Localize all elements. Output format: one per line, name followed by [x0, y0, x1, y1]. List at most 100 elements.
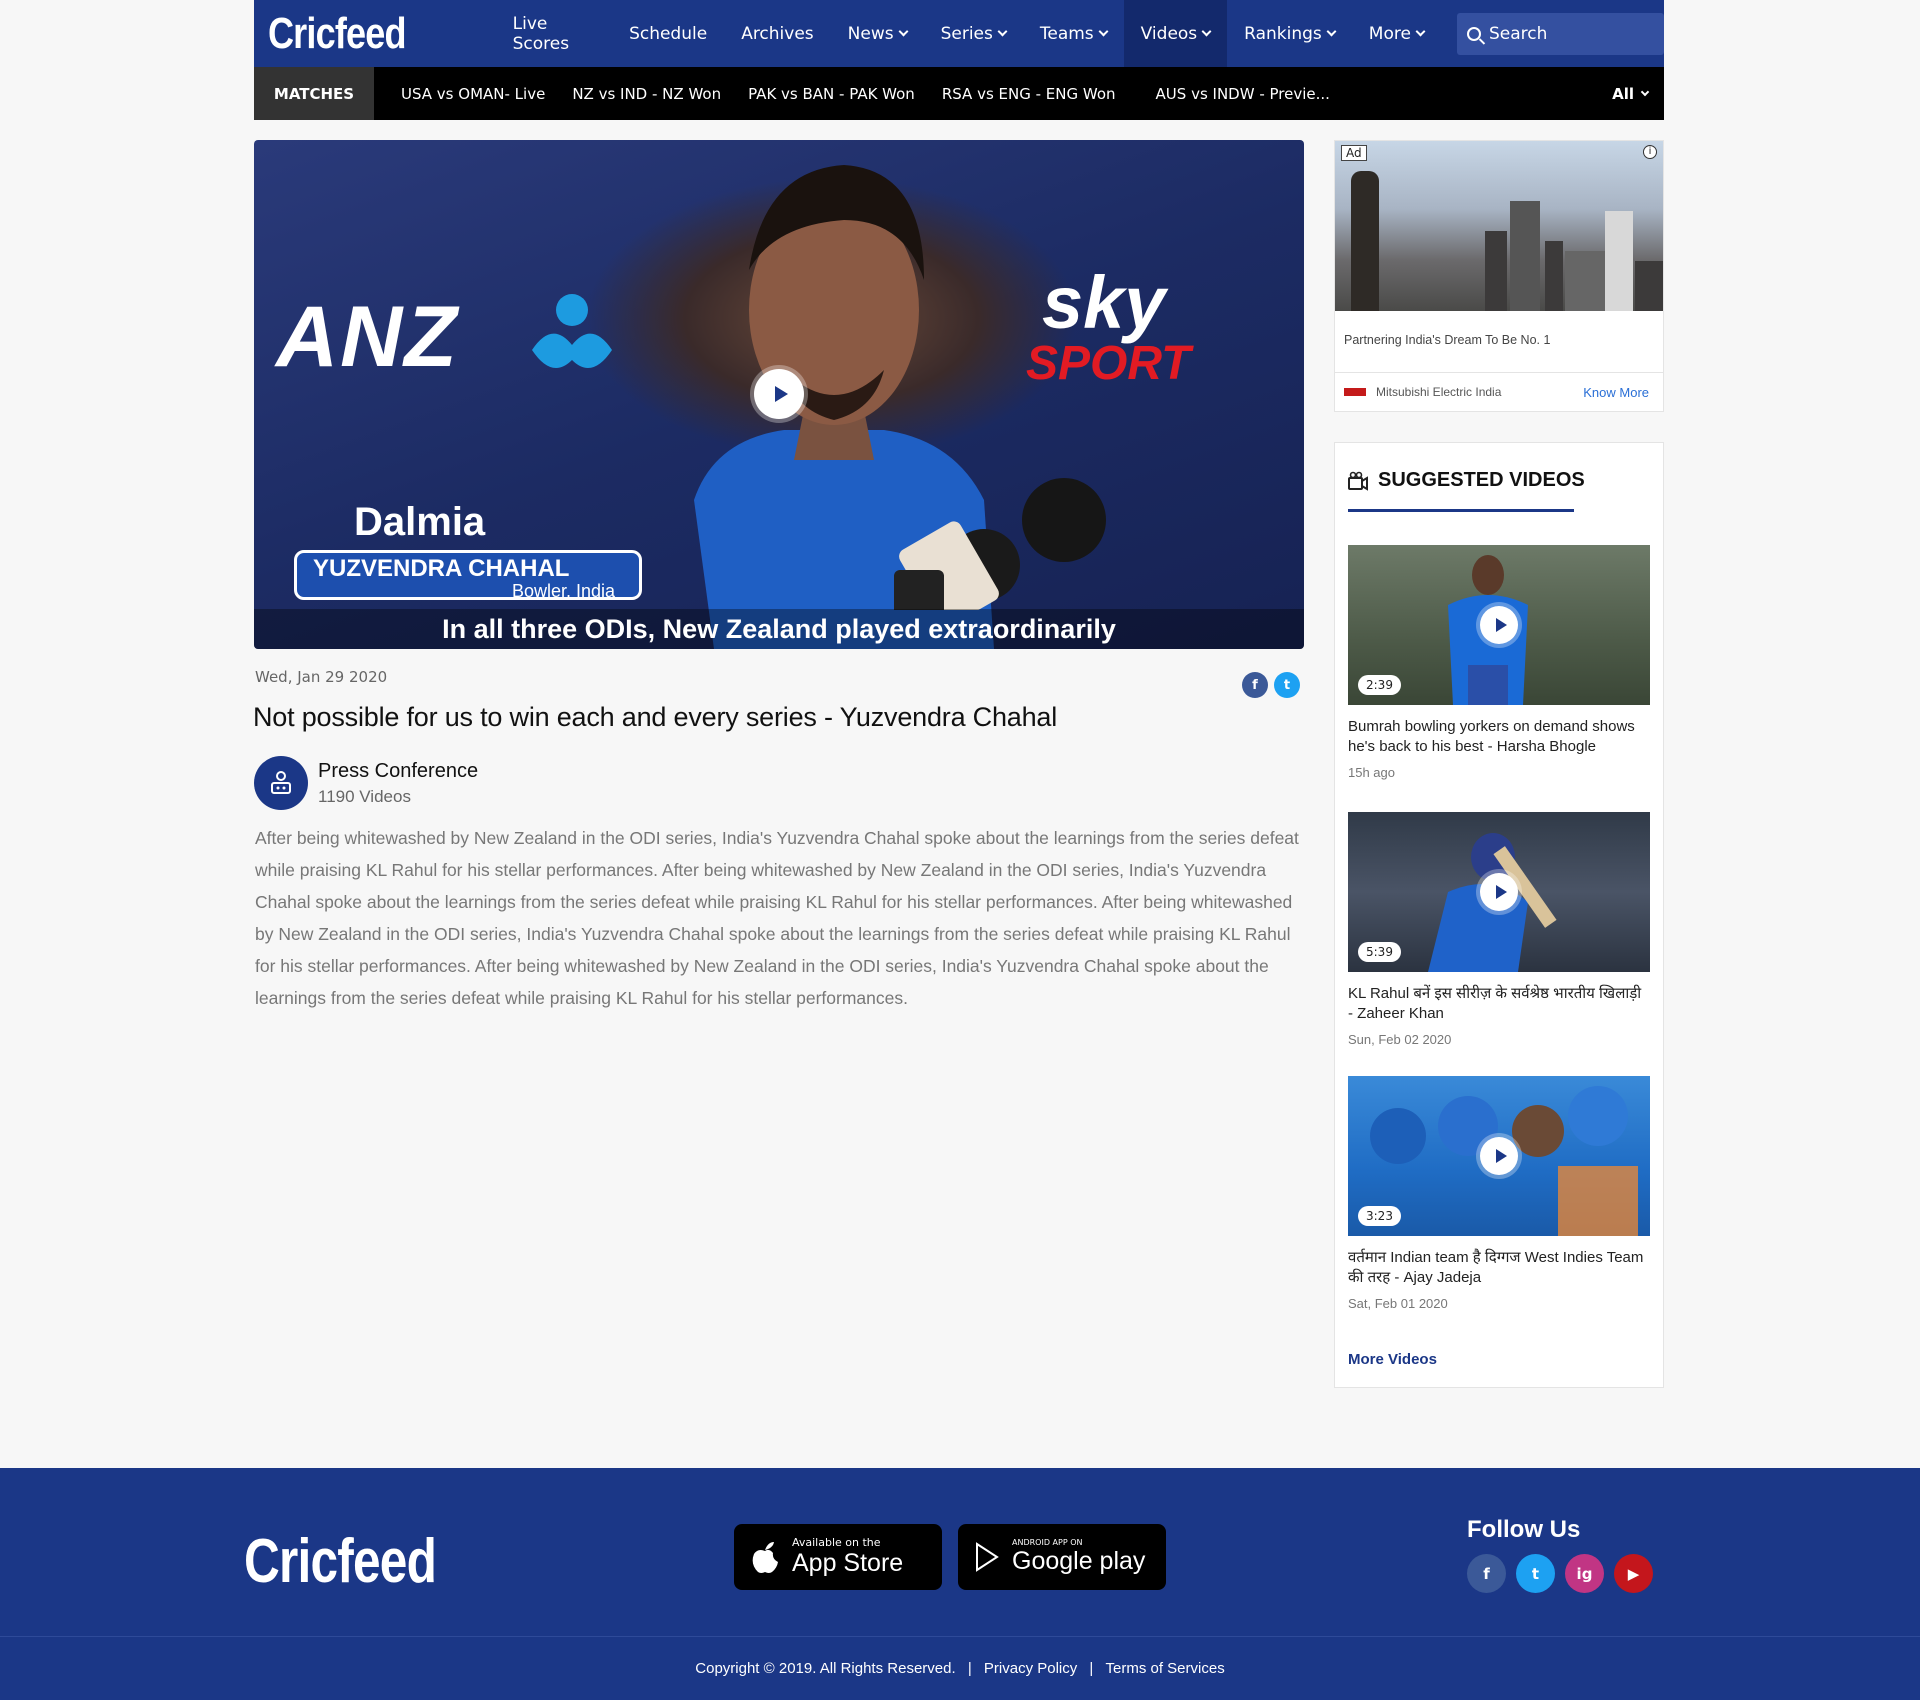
video-overlay-sponsor: sky — [1042, 261, 1166, 344]
nav-more[interactable]: More — [1352, 0, 1441, 67]
ad-tag: Ad — [1341, 145, 1367, 161]
google-play-caption: ANDROID APP ON — [1012, 1538, 1083, 1547]
video-duration: 2:39 — [1358, 675, 1401, 695]
separator: | — [1089, 1660, 1094, 1677]
filter-label: All — [1612, 84, 1634, 103]
ad-headline: Partnering India's Dream To Be No. 1 — [1335, 311, 1663, 373]
video-overlay-sponsor: SPORT — [1026, 337, 1191, 390]
ad-cta-link[interactable]: Know More — [1583, 385, 1649, 400]
nav-schedule[interactable]: Schedule — [612, 0, 724, 67]
nav-label: More — [1368, 23, 1411, 44]
suggested-video-card[interactable]: 5:39 KL Rahul बनें इस सीरीज़ के सर्वश्रे… — [1348, 812, 1650, 1047]
share-buttons: f t — [1242, 672, 1300, 698]
app-store-caption: Available on the — [792, 1536, 881, 1549]
suggested-video-card[interactable]: 3:23 वर्तमान Indian team है दिग्गज West … — [1348, 1076, 1650, 1311]
video-thumbnail[interactable]: 5:39 — [1348, 812, 1650, 972]
video-thumbnail[interactable]: 2:39 — [1348, 545, 1650, 705]
video-card-meta: Sun, Feb 02 2020 — [1348, 1032, 1452, 1047]
youtube-icon[interactable]: ▶ — [1614, 1554, 1653, 1593]
press-conference-icon — [271, 771, 291, 794]
chevron-down-icon — [898, 26, 909, 37]
advertiser-name: Mitsubishi Electric India — [1376, 385, 1502, 399]
channel-name[interactable]: Press Conference — [318, 760, 478, 783]
search-input[interactable] — [1488, 23, 1649, 44]
anz-logo-icon — [532, 294, 612, 368]
google-play-button[interactable]: ANDROID APP ON Google play — [958, 1524, 1166, 1590]
info-icon[interactable]: i — [1643, 145, 1657, 159]
top-navbar: Cricfeed Live Scores Schedule Archives N… — [254, 0, 1664, 67]
more-videos-link[interactable]: More Videos — [1348, 1351, 1437, 1368]
play-button[interactable] — [1480, 606, 1518, 644]
video-card-meta: Sat, Feb 01 2020 — [1348, 1296, 1448, 1311]
twitter-share-icon[interactable]: t — [1274, 672, 1300, 698]
suggested-heading-label: SUGGESTED VIDEOS — [1378, 469, 1585, 491]
site-logo[interactable]: Cricfeed — [254, 9, 452, 59]
ad-image: Ad i — [1335, 141, 1663, 311]
footer-divider — [0, 1636, 1920, 1637]
facebook-icon[interactable]: f — [1467, 1554, 1506, 1593]
chevron-down-icon — [1098, 26, 1109, 37]
video-card-title[interactable]: वर्तमान Indian team है दिग्गज West Indie… — [1348, 1248, 1650, 1288]
follow-us-heading: Follow Us — [1467, 1516, 1581, 1543]
nav-live-scores[interactable]: Live Scores — [496, 0, 612, 67]
nav-label: Rankings — [1244, 23, 1322, 44]
play-button[interactable] — [1480, 873, 1518, 911]
main-nav: Live Scores Schedule Archives News Serie… — [496, 0, 1441, 67]
ad-banner[interactable]: Ad i Partnering India's Dream To Be No. … — [1334, 140, 1664, 412]
channel-info[interactable]: Press Conference 1190 Videos — [254, 756, 478, 810]
nav-label: Series — [940, 23, 993, 44]
channel-avatar — [254, 756, 308, 810]
play-button[interactable] — [1480, 1137, 1518, 1175]
app-store-button[interactable]: Available on the App Store — [734, 1524, 942, 1590]
chevron-down-icon — [997, 26, 1008, 37]
match-item[interactable]: AUS vs INDW - Previe... — [1156, 85, 1330, 103]
matches-ticker: MATCHES USA vs OMAN- Live NZ vs IND - NZ… — [254, 67, 1664, 120]
nav-news[interactable]: News — [831, 0, 924, 67]
privacy-policy-link[interactable]: Privacy Policy — [984, 1660, 1077, 1677]
search-box — [1456, 12, 1664, 55]
nav-label: Archives — [741, 23, 814, 44]
copyright-text: Copyright © 2019. All Rights Reserved. — [695, 1660, 956, 1677]
apple-icon — [752, 1542, 778, 1573]
nav-archives[interactable]: Archives — [724, 0, 830, 67]
nav-videos[interactable]: Videos — [1123, 0, 1228, 67]
nav-series[interactable]: Series — [924, 0, 1023, 67]
nav-label: News — [847, 23, 894, 44]
chevron-down-icon — [1415, 26, 1426, 37]
video-overlay-sponsor: Dalmia — [354, 500, 486, 544]
video-card-title[interactable]: KL Rahul बनें इस सीरीज़ के सर्वश्रेष्ठ भ… — [1348, 984, 1650, 1024]
video-thumbnail[interactable]: 3:23 — [1348, 1076, 1650, 1236]
video-card-title[interactable]: Bumrah bowling yorkers on demand shows h… — [1348, 717, 1650, 757]
video-duration: 3:23 — [1358, 1206, 1401, 1226]
video-player[interactable]: ANZ sky SPORT Dalmia YUZVENDRA CHAHAL Bo… — [254, 140, 1304, 649]
heading-underline — [1348, 509, 1574, 512]
match-item[interactable]: PAK vs BAN - PAK Won — [748, 85, 915, 103]
google-play-label: Google play — [1012, 1547, 1146, 1575]
facebook-share-icon[interactable]: f — [1242, 672, 1268, 698]
nav-teams[interactable]: Teams — [1023, 0, 1124, 67]
match-item[interactable]: RSA vs ENG - ENG Won — [942, 85, 1116, 103]
separator: | — [967, 1660, 972, 1677]
footer-logo[interactable]: Cricfeed — [244, 1526, 437, 1597]
play-button[interactable] — [754, 369, 804, 419]
video-card-meta: 15h ago — [1348, 765, 1395, 780]
nav-label: Schedule — [629, 23, 708, 44]
channel-video-count: 1190 Videos — [318, 786, 411, 806]
suggested-heading: SUGGESTED VIDEOS — [1348, 469, 1585, 492]
nav-rankings[interactable]: Rankings — [1227, 0, 1352, 67]
instagram-icon[interactable]: ig — [1565, 1554, 1604, 1593]
match-item[interactable]: USA vs OMAN- Live — [401, 85, 545, 103]
suggested-video-card[interactable]: 2:39 Bumrah bowling yorkers on demand sh… — [1348, 545, 1650, 780]
player-name: YUZVENDRA CHAHAL — [313, 555, 570, 582]
nav-label: Videos — [1140, 23, 1198, 44]
terms-link[interactable]: Terms of Services — [1106, 1660, 1225, 1677]
video-description: After being whitewashed by New Zealand i… — [255, 828, 1299, 1008]
chevron-down-icon — [1640, 87, 1650, 96]
twitter-icon[interactable]: t — [1516, 1554, 1555, 1593]
google-play-icon — [976, 1542, 999, 1572]
matches-filter-dropdown[interactable]: All — [1612, 84, 1650, 103]
video-caption: In all three ODIs, New Zealand played ex… — [254, 609, 1304, 649]
match-item[interactable]: NZ vs IND - NZ Won — [572, 85, 721, 103]
player-role: Bowler, India — [511, 581, 615, 601]
footer: Cricfeed Available on the App Store ANDR… — [0, 1468, 1920, 1700]
